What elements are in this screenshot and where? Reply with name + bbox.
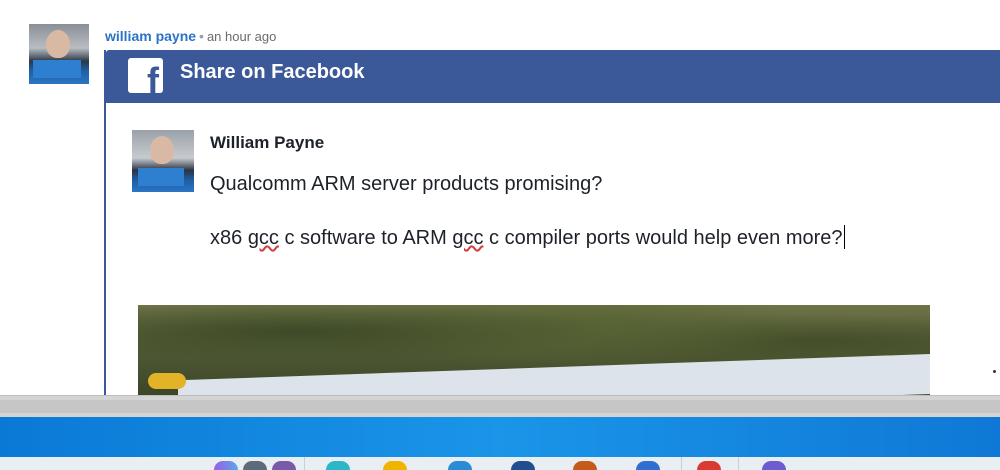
app-icon[interactable] — [636, 461, 660, 470]
chrome-icon[interactable] — [697, 461, 721, 470]
comment-meta: william payne • an hour ago — [105, 27, 276, 46]
app-icon[interactable] — [243, 461, 267, 470]
taskbar-separator — [738, 457, 739, 470]
facebook-share-header: f Share on Facebook — [106, 50, 1000, 103]
image-flowers — [148, 373, 186, 389]
store-icon[interactable] — [448, 461, 472, 470]
facebook-share-card: f Share on Facebook William Payne Qualco… — [104, 50, 1000, 395]
scroll-marker — [993, 370, 996, 373]
post-text-line-2[interactable]: x86 gcc c software to ARM gcc c compiler… — [210, 225, 845, 251]
file-explorer-icon[interactable] — [383, 461, 407, 470]
scrollbar-thumb[interactable] — [0, 400, 1000, 413]
post-author-name[interactable]: William Payne — [210, 132, 324, 154]
comment-timestamp[interactable]: an hour ago — [207, 29, 276, 44]
facebook-logo-icon: f — [128, 58, 163, 93]
share-title: Share on Facebook — [180, 61, 365, 83]
meta-separator: • — [199, 28, 204, 44]
post-text-line-1[interactable]: Qualcomm ARM server products promising? — [210, 171, 602, 197]
edge-icon[interactable] — [326, 461, 350, 470]
post-link-image[interactable] — [138, 305, 930, 395]
post-text-segment: c compiler ports would help even more? — [483, 227, 843, 249]
image-sign — [178, 353, 930, 395]
app-icon[interactable] — [511, 461, 535, 470]
post-text-segment: x86 — [210, 227, 248, 249]
facebook-logo-letter: f — [147, 60, 159, 94]
avatar-head — [46, 30, 70, 58]
text-cursor — [843, 225, 845, 249]
comment-author-link[interactable]: william payne — [105, 28, 196, 44]
desktop-background — [0, 417, 1000, 457]
avatar-card — [33, 60, 81, 78]
spellcheck-word: gcc — [247, 227, 279, 249]
spellcheck-word: gcc — [452, 227, 484, 249]
avatar-card — [138, 168, 184, 186]
app-icon[interactable] — [573, 461, 597, 470]
app-icon[interactable] — [762, 461, 786, 470]
taskbar-separator — [304, 457, 305, 470]
taskbar — [0, 457, 1000, 470]
copilot-icon[interactable] — [214, 461, 238, 470]
horizontal-scrollbar[interactable] — [0, 395, 1000, 418]
avatar-head — [150, 136, 174, 164]
taskbar-separator — [681, 457, 682, 470]
post-avatar[interactable] — [132, 130, 194, 192]
commenter-avatar[interactable] — [29, 24, 89, 84]
app-icon[interactable] — [272, 461, 296, 470]
post-text-segment: c software to ARM — [278, 227, 453, 249]
